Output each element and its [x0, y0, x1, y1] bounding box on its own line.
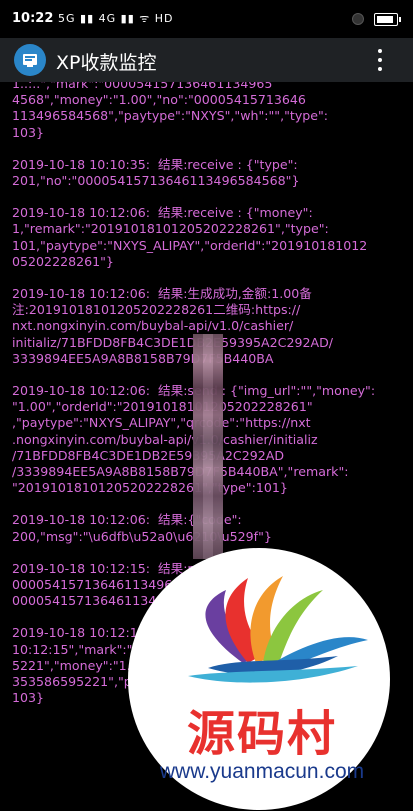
- log-line: 2019-10-18 10:10:35: 结果:receive : {"type…: [12, 156, 298, 172]
- log-line: 201,"no":"00005415713646113496584568"}: [12, 173, 300, 189]
- log-line: 103}: [12, 124, 45, 140]
- camera-cutout-icon: [352, 13, 364, 25]
- app-title: XP收款监控: [56, 52, 157, 74]
- status-bar: 10:22 5G ▮▮ 4G ▮▮ ᯤ HD: [0, 0, 413, 38]
- status-time: 10:22: [12, 11, 54, 26]
- battery-icon: [374, 13, 401, 26]
- watermark-url: www.yuanmacun.com: [159, 760, 365, 783]
- monitor-glyph-icon: [23, 54, 37, 67]
- watermark-text: 源码村: [186, 706, 337, 762]
- log-line: 2019-10-18 10:12:06: 结果:receive : {"mone…: [12, 205, 313, 221]
- log-line: 113496584568","paytype":"NXYS","wh":"","…: [12, 108, 329, 124]
- log-line: 2019-10-18 10:12:06: 结果:生成成功,金额:1.00备: [12, 286, 312, 302]
- log-line: nxt.nongxinyin.com/buybal-api/v1.0/cashi…: [12, 318, 294, 334]
- bird-logo-icon: [188, 576, 368, 683]
- log-line: 101,"paytype":"NXYS_ALIPAY","orderId":"2…: [12, 237, 368, 253]
- signal-icons: 5G ▮▮ 4G ▮▮ ᯤ HD: [58, 12, 174, 25]
- log-entry: 2019-10-18 10:12:06: 结果:receive : {"mone…: [12, 205, 404, 270]
- log-line: 1,"remark":"20191018101205202228261","ty…: [12, 221, 329, 237]
- overflow-menu-icon[interactable]: [372, 46, 388, 74]
- pixelated-redaction: [193, 334, 223, 559]
- log-line: 1..:..","mark":"000054157136461134965: [12, 82, 273, 91]
- log-line: 4568","money":"1.00","no":"0000541571364…: [12, 92, 306, 108]
- log-line: 注:20191018101205202228261二维码:https://: [12, 302, 301, 318]
- app-bar: XP收款监控: [0, 38, 413, 82]
- log-line: 05202228261"}: [12, 253, 114, 269]
- monitor-app-icon: [14, 44, 46, 76]
- log-entry: 1..:..","mark":"000054157136461134965 456…: [12, 82, 404, 141]
- watermark: 源码村 www.yuanmacun.com: [128, 548, 398, 810]
- log-entry: 2019-10-18 10:10:35: 结果:receive : {"type…: [12, 157, 404, 189]
